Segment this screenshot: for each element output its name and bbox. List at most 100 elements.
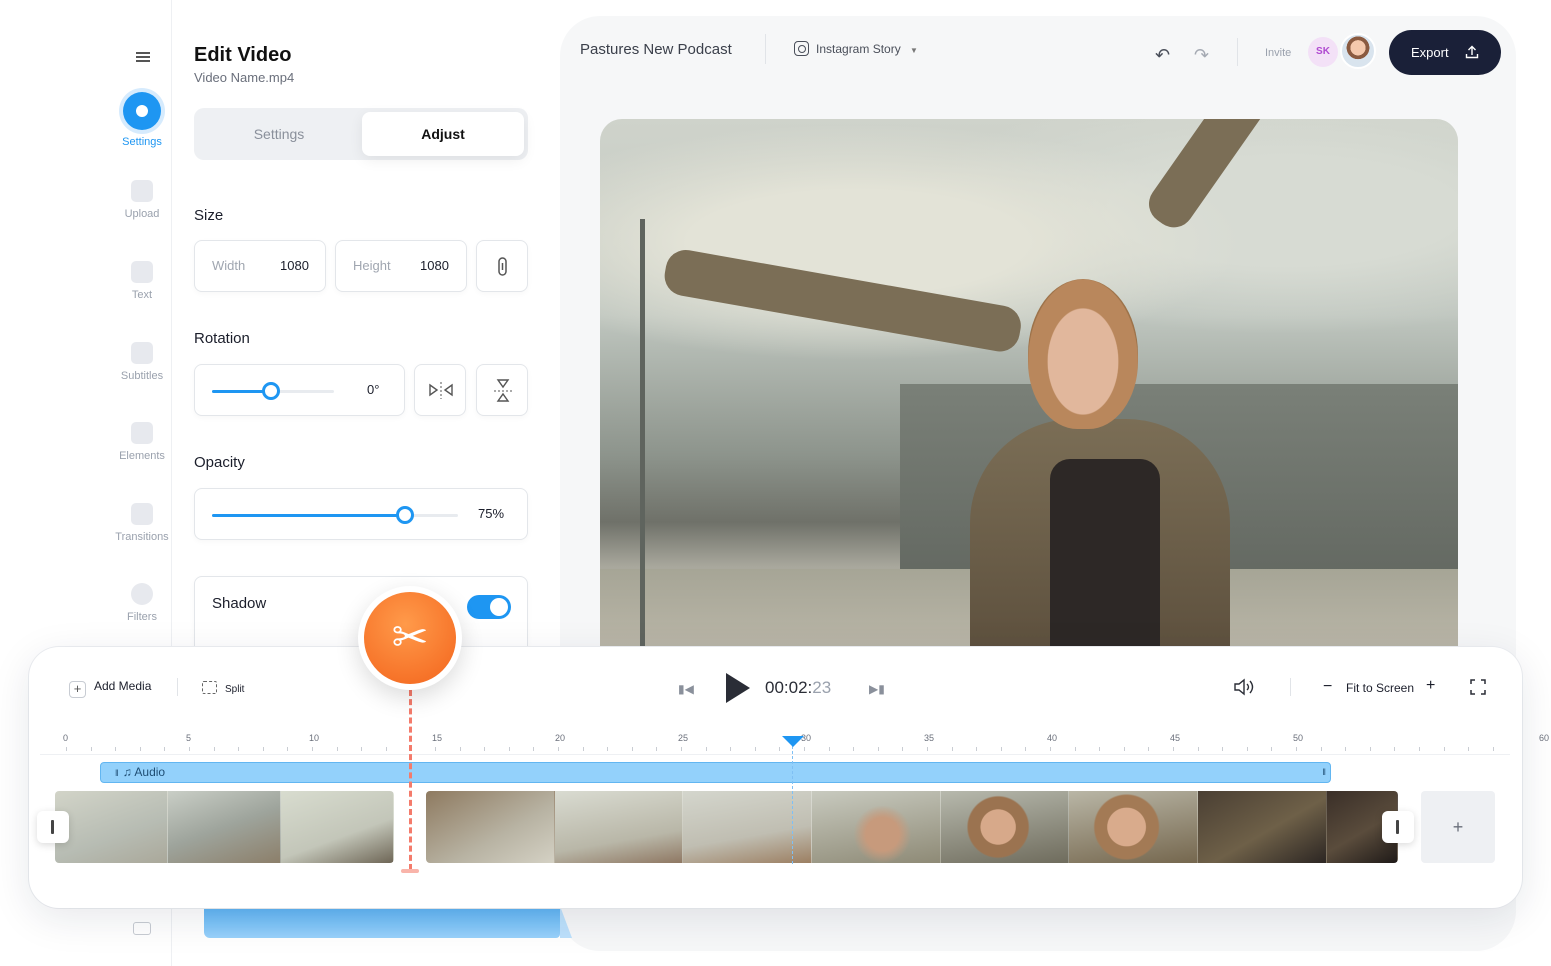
rail-item-filters[interactable]: Filters — [110, 583, 174, 623]
rotation-knob[interactable] — [262, 382, 280, 400]
ruler-minor-tick — [1123, 747, 1125, 751]
clip-frame — [55, 791, 168, 863]
opacity-value: 75% — [478, 506, 505, 521]
skip-forward-icon[interactable]: ▶▮ — [869, 682, 885, 696]
ruler-minor-tick — [508, 747, 510, 751]
video-clip-2[interactable] — [426, 791, 1398, 863]
export-button[interactable]: Export — [1389, 30, 1501, 75]
video-clip-1[interactable] — [55, 791, 394, 863]
clip-frame — [940, 791, 1070, 863]
panel-tabs: Settings Adjust — [194, 108, 528, 160]
ruler-minor-tick — [1271, 747, 1273, 751]
split-button[interactable]: Split — [202, 681, 244, 695]
size-heading: Size — [194, 207, 224, 224]
ruler-tick-label: 60 — [1539, 733, 1550, 743]
user-avatar[interactable] — [1340, 33, 1376, 69]
undo-icon[interactable]: ↶ — [1155, 45, 1170, 66]
clip-frame — [1069, 791, 1199, 863]
format-selector[interactable]: Instagram Story ▼ — [794, 41, 918, 56]
ruler-minor-tick — [1148, 747, 1150, 751]
height-field[interactable]: Height 1080 — [335, 240, 467, 292]
ruler-minor-tick — [1468, 747, 1470, 751]
playhead-line — [792, 746, 793, 864]
ruler-minor-tick — [115, 747, 117, 751]
rail-label: Upload — [124, 208, 160, 220]
rail-item-transitions[interactable]: Transitions — [110, 503, 174, 543]
user-avatar-initials[interactable]: SK — [1308, 37, 1338, 67]
add-clip-button[interactable]: + — [1421, 791, 1495, 863]
tab-adjust[interactable]: Adjust — [362, 112, 524, 156]
ruler-minor-tick — [1345, 747, 1347, 751]
split-scissors-button[interactable]: ✂ — [358, 586, 462, 690]
scissors-icon: ✂ — [364, 592, 456, 684]
fit-to-screen[interactable]: Fit to Screen — [1346, 681, 1414, 695]
rotation-value: 0° — [367, 382, 380, 397]
height-label: Height — [353, 258, 391, 273]
rail-label: Settings — [122, 136, 162, 148]
video-preview[interactable] — [600, 119, 1458, 679]
ruler-minor-tick — [1320, 747, 1322, 751]
volume-icon[interactable] — [1232, 676, 1258, 698]
rail-item-elements[interactable]: Elements — [110, 422, 174, 462]
drag-handle-icon: ǁ — [1322, 767, 1326, 777]
ruler-minor-tick — [1419, 747, 1420, 751]
rail-item-subtitles[interactable]: Subtitles — [110, 342, 174, 382]
ruler-tick-label: 35 — [924, 733, 935, 743]
flip-horizontal-button[interactable] — [414, 364, 466, 416]
fullscreen-icon[interactable] — [1470, 679, 1486, 695]
settings-icon — [123, 92, 161, 130]
keyboard-icon[interactable] — [133, 922, 151, 935]
project-title[interactable]: Pastures New Podcast — [580, 41, 732, 58]
width-field[interactable]: Width 1080 — [194, 240, 326, 292]
ruler-minor-tick — [1025, 747, 1027, 751]
clip-frame — [1198, 791, 1327, 863]
music-note-icon: ♫ — [122, 765, 132, 779]
play-icon[interactable] — [726, 673, 750, 703]
audio-track[interactable]: ǁ ♫ Audio ǁ — [100, 762, 1331, 783]
timecode: 00:02:23 — [765, 678, 831, 698]
transitions-icon — [131, 503, 153, 525]
shadow-toggle[interactable] — [467, 595, 511, 619]
ruler-minor-tick — [656, 747, 658, 751]
opacity-slider[interactable]: 75% — [194, 488, 528, 540]
rail-item-upload[interactable]: Upload — [110, 180, 174, 220]
rail-item-text[interactable]: Text — [110, 261, 174, 301]
opacity-knob[interactable] — [396, 506, 414, 524]
ruler-tick-label: 20 — [555, 733, 566, 743]
ruler-minor-tick — [262, 747, 264, 751]
ruler-minor-tick — [385, 747, 387, 751]
ruler-minor-tick — [1492, 747, 1494, 751]
zoom-out-icon[interactable]: − — [1323, 678, 1332, 696]
ruler-minor-tick — [1394, 747, 1396, 751]
add-media-button[interactable]: + Add Media — [69, 679, 151, 698]
zoom-in-icon[interactable]: + — [1426, 677, 1435, 695]
rail-label: Text — [131, 289, 153, 301]
rotation-slider[interactable]: 0° — [194, 364, 405, 416]
ruler-minor-tick — [484, 747, 486, 751]
lock-ratio-button[interactable] — [476, 240, 528, 292]
flip-vertical-button[interactable] — [476, 364, 528, 416]
ruler-minor-tick — [754, 747, 756, 751]
menu-icon[interactable] — [136, 52, 150, 62]
skip-back-icon[interactable]: ▮◀ — [678, 682, 694, 696]
playhead-marker[interactable] — [782, 736, 804, 747]
format-label: Instagram Story — [816, 42, 901, 56]
ruler-minor-tick — [213, 747, 215, 751]
clip-frame — [812, 791, 941, 863]
height-value: 1080 — [420, 258, 449, 273]
tab-settings[interactable]: Settings — [198, 112, 360, 156]
invite-button[interactable]: Invite — [1265, 47, 1291, 59]
rail-item-settings[interactable]: Settings — [110, 92, 174, 148]
audio-label: Audio — [134, 765, 166, 779]
ruler-minor-tick — [66, 747, 67, 751]
ruler-minor-tick — [139, 747, 141, 751]
trim-handle-right[interactable] — [1382, 811, 1414, 843]
flip-horizontal-icon — [429, 382, 453, 399]
photo-pole — [640, 219, 645, 659]
split-icon — [202, 681, 217, 694]
ruler-tick-label: 10 — [309, 733, 320, 743]
redo-icon[interactable]: ↷ — [1194, 45, 1209, 66]
ruler-tick-label: 50 — [1293, 733, 1304, 743]
trim-handle-left[interactable] — [37, 811, 69, 843]
ruler-minor-tick — [976, 747, 978, 751]
